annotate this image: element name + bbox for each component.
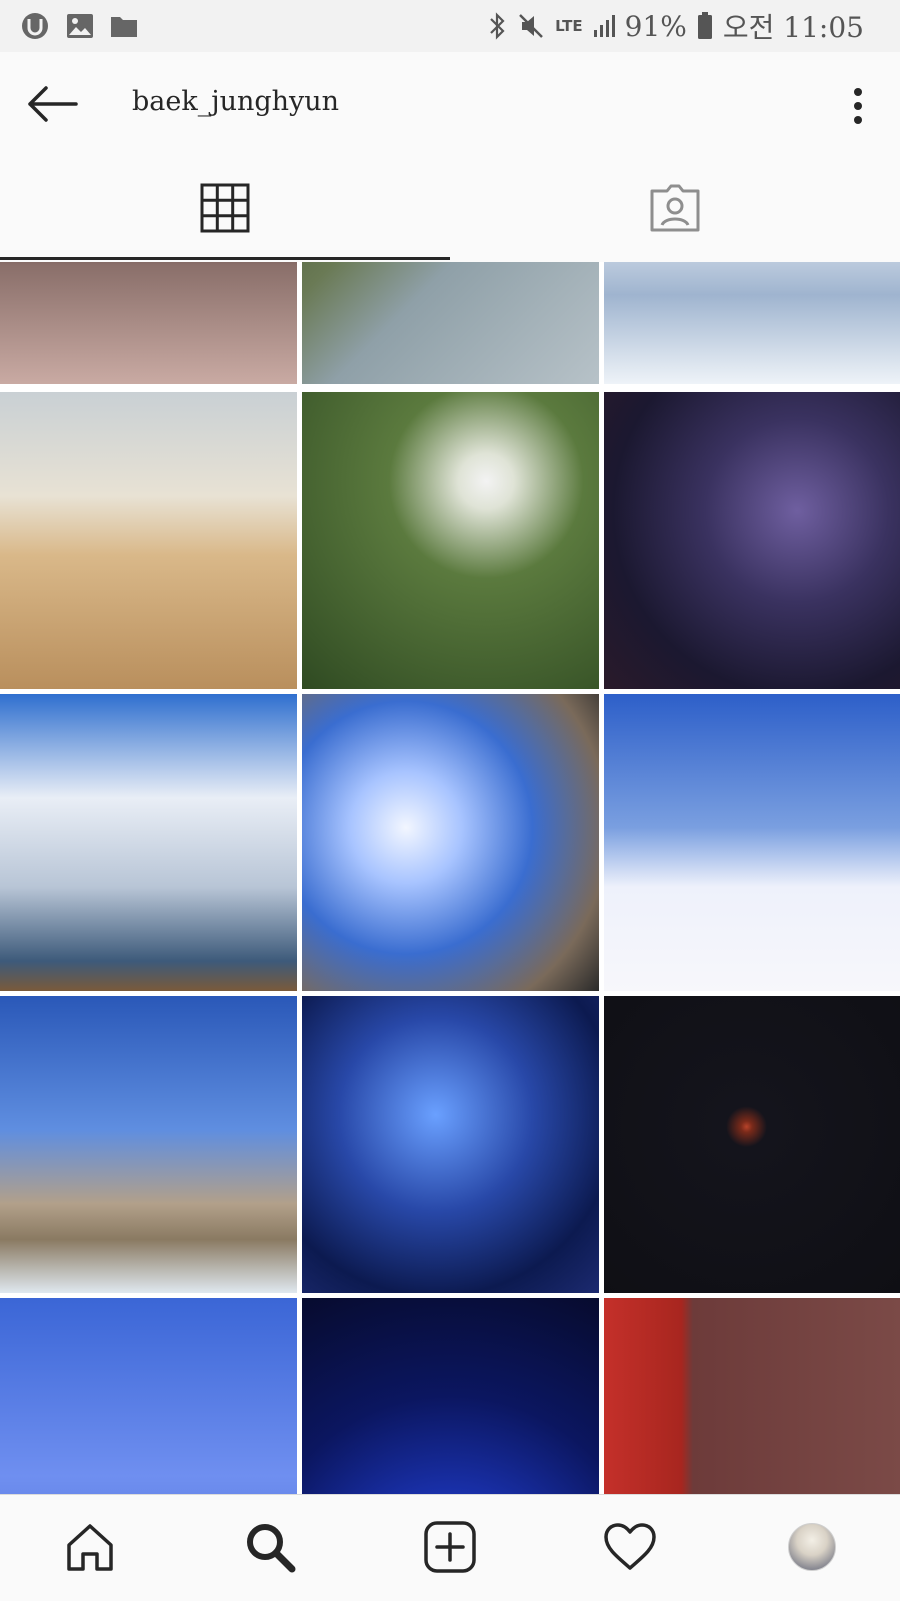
status-bar: LTE 91% 오전 11:05	[0, 0, 900, 52]
search-icon	[247, 1524, 296, 1573]
bluetooth-icon	[487, 11, 507, 41]
clock: 오전 11:05	[722, 11, 864, 44]
tab-grid[interactable]	[0, 156, 450, 260]
back-button[interactable]	[24, 78, 80, 130]
signal-icon	[593, 14, 615, 38]
bottom-navigation	[0, 1494, 900, 1601]
status-left-icons	[20, 11, 138, 41]
username-title: baek_junghyun	[132, 86, 340, 117]
photo-snowy-valley[interactable]	[604, 262, 900, 384]
photo-salt-flat-sky[interactable]	[604, 694, 900, 991]
battery-icon	[697, 12, 713, 40]
photo-lake-dusk[interactable]	[0, 262, 297, 384]
app-u-icon	[20, 11, 50, 41]
tab-tagged[interactable]	[450, 156, 900, 260]
add-post-icon	[424, 1521, 476, 1573]
mute-icon	[517, 12, 545, 40]
gallery-icon	[66, 13, 94, 39]
nav-profile[interactable]	[782, 1517, 842, 1577]
back-arrow-icon	[28, 86, 78, 122]
profile-header: baek_junghyun	[0, 52, 900, 156]
photo-cloudy-sky[interactable]	[0, 694, 297, 991]
photo-desert-dunes[interactable]	[0, 392, 297, 689]
photo-red-wall-doorway[interactable]	[604, 1298, 900, 1494]
photo-starry-sky-glow[interactable]	[302, 1298, 599, 1494]
network-label: LTE	[555, 17, 583, 35]
profile-tabs	[0, 156, 900, 260]
photo-light-painting[interactable]	[0, 1298, 297, 1494]
more-vertical-icon	[854, 88, 862, 124]
photo-flags[interactable]	[302, 694, 599, 991]
grid-icon	[200, 183, 250, 233]
tagged-icon	[650, 184, 700, 232]
nav-new-post[interactable]	[420, 1517, 480, 1577]
photo-starry-night-person[interactable]	[302, 996, 599, 1293]
photo-milky-way-camera[interactable]	[604, 392, 900, 689]
photo-dandelion[interactable]	[302, 392, 599, 689]
photo-sea-cliffs[interactable]	[302, 262, 599, 384]
photo-red-moon[interactable]	[604, 996, 900, 1293]
folder-icon	[110, 14, 138, 38]
nav-home[interactable]	[60, 1517, 120, 1577]
nav-search[interactable]	[240, 1517, 300, 1577]
battery-percent: 91%	[624, 9, 687, 43]
home-icon	[67, 1524, 113, 1571]
active-tab-indicator	[0, 257, 450, 260]
photo-grid	[0, 262, 900, 1494]
status-right: LTE 91% 오전 11:05	[487, 0, 864, 52]
profile-avatar	[788, 1523, 836, 1571]
photo-volcano-person[interactable]	[0, 996, 297, 1293]
heart-icon	[604, 1523, 656, 1570]
more-options-button[interactable]	[846, 82, 870, 130]
nav-activity[interactable]	[600, 1517, 660, 1577]
